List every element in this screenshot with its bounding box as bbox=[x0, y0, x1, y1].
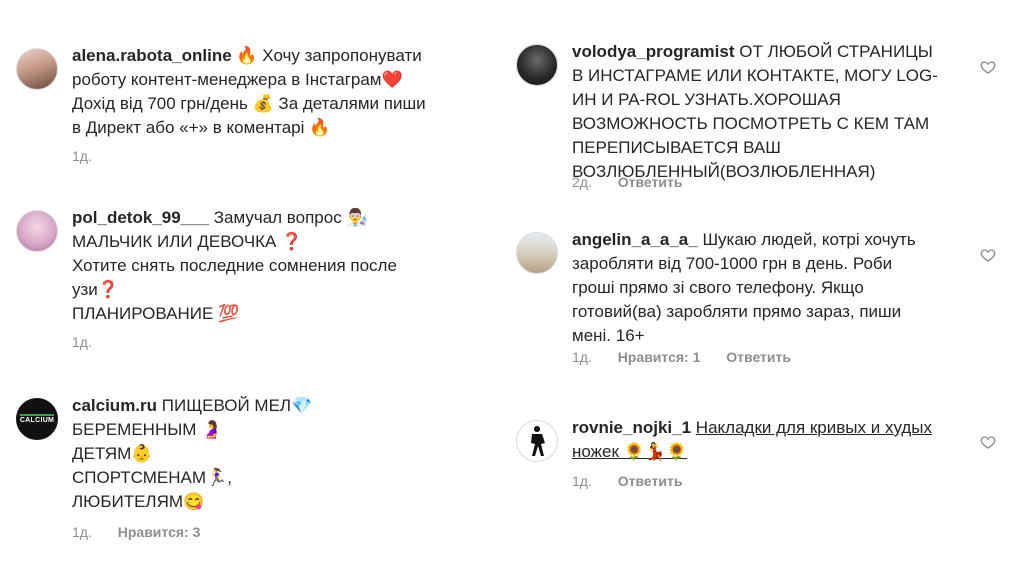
comment-text: calcium.ru ПИЩЕВОЙ МЕЛ💎 БЕРЕМЕННЫМ 🤰 ДЕТ… bbox=[72, 394, 312, 514]
avatar[interactable] bbox=[516, 420, 558, 462]
username[interactable]: rovnie_nojki_1 bbox=[572, 418, 691, 437]
avatar[interactable] bbox=[516, 44, 558, 86]
comment-line: В ИНСТАГРАМЕ ИЛИ КОНТАКТЕ, МОГУ LOG- bbox=[572, 66, 938, 85]
comment-line: ПИЩЕВОЙ МЕЛ💎 bbox=[161, 396, 313, 415]
comment-line: МАЛЬЧИК ИЛИ ДЕВОЧКА ❓ bbox=[72, 232, 303, 251]
comment-line: ИН И PA-ROL УЗНАТЬ.ХОРОШАЯ bbox=[572, 90, 841, 109]
comment-meta: 1д. bbox=[72, 148, 114, 164]
like-heart-icon[interactable] bbox=[980, 434, 996, 450]
like-heart-icon[interactable] bbox=[980, 59, 996, 75]
comment-meta: 1д. bbox=[72, 334, 114, 350]
comment-line: ДЕТЯМ👶 bbox=[72, 444, 153, 463]
reply-button[interactable]: Ответить bbox=[618, 174, 683, 190]
avatar-logo: CALCIUM bbox=[19, 414, 55, 424]
avatar-silhouette bbox=[531, 426, 545, 456]
comment-meta: 1д. Нравится: 1 Ответить bbox=[572, 349, 813, 365]
comment-text: alena.rabota_online 🔥 Хочу запропонувати… bbox=[72, 44, 426, 140]
comment-line: готовий(ва) заробляти прямо зараз, пиши bbox=[572, 302, 902, 321]
comment-line: Шукаю людей, котрі хочуть bbox=[702, 230, 916, 249]
timestamp: 1д. bbox=[72, 148, 92, 164]
comment-text: pol_detok_99___ Замучал вопрос 👨‍🔬 МАЛЬЧ… bbox=[72, 206, 397, 326]
comment-line: ВОЗМОЖНОСТЬ ПОСМОТРЕТЬ С КЕМ ТАМ bbox=[572, 114, 930, 133]
comment-line: ПЛАНИРОВАНИЕ 💯 bbox=[72, 304, 240, 323]
likes-count[interactable]: Нравится: 3 bbox=[118, 524, 201, 540]
comment-line: гроші прямо зі свого телефону. Якщо bbox=[572, 278, 864, 297]
comment-line: узи❓ bbox=[72, 280, 119, 299]
comment-line: ЛЮБИТЕЛЯМ😋 bbox=[72, 492, 205, 511]
avatar[interactable] bbox=[16, 210, 58, 252]
comment-line: 🔥 Хочу запропонувати bbox=[236, 46, 422, 65]
comment-line: в Директ або «+» в коментарі 🔥 bbox=[72, 118, 331, 137]
comment-line: Замучал вопрос 👨‍🔬 bbox=[213, 208, 368, 227]
timestamp: 1д. bbox=[72, 524, 92, 540]
comment-meta: 1д. Нравится: 3 bbox=[72, 524, 222, 540]
username[interactable]: calcium.ru bbox=[72, 396, 157, 415]
comment-line: БЕРЕМЕННЫМ 🤰 bbox=[72, 420, 223, 439]
timestamp: 1д. bbox=[572, 349, 592, 365]
username[interactable]: pol_detok_99___ bbox=[72, 208, 209, 227]
comment-line: Накладки для кривых и худых bbox=[695, 418, 933, 437]
reply-button[interactable]: Ответить bbox=[618, 473, 683, 489]
timestamp: 1д. bbox=[72, 334, 92, 350]
username[interactable]: angelin_a_a_a_ bbox=[572, 230, 698, 249]
comment-text: rovnie_nojki_1 Накладки для кривых и худ… bbox=[572, 416, 972, 464]
username[interactable]: alena.rabota_online bbox=[72, 46, 232, 65]
comment-line: Дохід від 700 грн/день 💰 За деталями пиш… bbox=[72, 94, 426, 113]
avatar[interactable] bbox=[516, 232, 558, 274]
comment-text: angelin_a_a_a_ Шукаю людей, котрі хочуть… bbox=[572, 228, 962, 348]
comment-line: роботу контент-менеджера в Інстаграм❤️ bbox=[72, 70, 403, 89]
timestamp: 2д. bbox=[572, 174, 592, 190]
comment-line: мені. 16+ bbox=[572, 326, 645, 345]
likes-count[interactable]: Нравится: 1 bbox=[618, 349, 701, 365]
avatar[interactable] bbox=[16, 48, 58, 90]
comment-line: СПОРТСМЕНАМ🏃‍♀️, bbox=[72, 468, 232, 487]
comment-text: volodya_programist ОТ ЛЮБОЙ СТРАНИЦЫ В И… bbox=[572, 40, 952, 184]
comment-line: заробляти від 700-1000 грн в день. Роби bbox=[572, 254, 893, 273]
reply-button[interactable]: Ответить bbox=[726, 349, 791, 365]
like-heart-icon[interactable] bbox=[980, 247, 996, 263]
comment-line: ОТ ЛЮБОЙ СТРАНИЦЫ bbox=[739, 42, 933, 61]
comment-meta: 2д. Ответить bbox=[572, 174, 704, 190]
comment-line: Хотите снять последние сомнения после bbox=[72, 256, 397, 275]
timestamp: 1д. bbox=[572, 473, 592, 489]
avatar[interactable]: CALCIUM bbox=[16, 398, 58, 440]
comment-meta: 1д. Ответить bbox=[572, 473, 704, 489]
username[interactable]: volodya_programist bbox=[572, 42, 735, 61]
comment-line: ПЕРЕПИСЫВАЕТСЯ ВАШ bbox=[572, 138, 781, 157]
comment-line: ножек 🌻💃🌻 bbox=[572, 442, 688, 461]
